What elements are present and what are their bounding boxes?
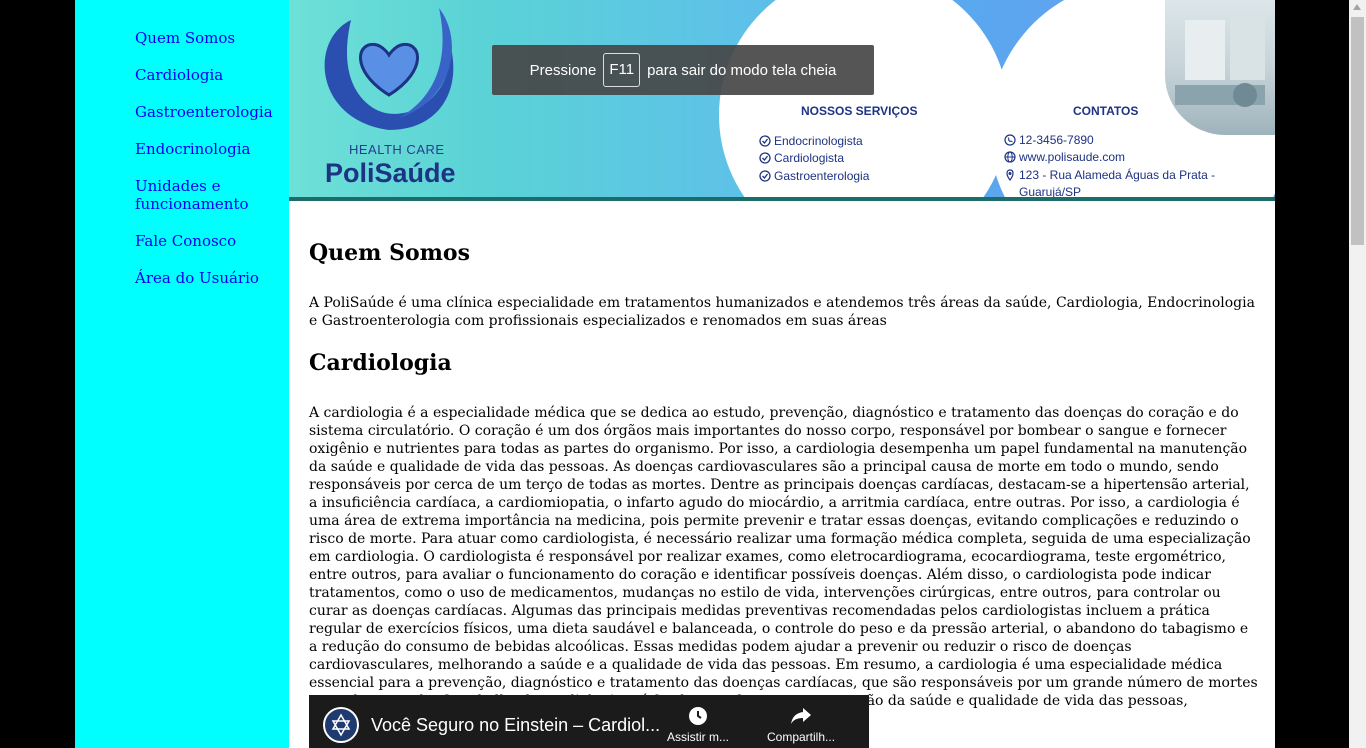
clinic-photo [1165, 0, 1275, 135]
location-pin-icon [1006, 169, 1014, 181]
service-item: Gastroenterologia [759, 167, 869, 185]
scroll-up-arrow-icon[interactable] [1353, 4, 1361, 10]
watch-later-label: Assistir m... [667, 730, 729, 744]
sidebar-link[interactable]: Fale Conosco [135, 232, 236, 250]
contact-item: Guarujá/SP [1004, 184, 1215, 197]
sidebar-item-fale-conosco[interactable]: Fale Conosco [135, 232, 289, 250]
notice-text-before: Pressione [529, 61, 597, 79]
section-quem-somos: Quem Somos A PoliSaúde é uma clínica esp… [309, 240, 1259, 330]
contact-item: 123 - Rua Alameda Águas da Prata - [1004, 166, 1215, 184]
clock-icon [689, 707, 707, 725]
key-f11: F11 [603, 53, 641, 87]
header-banner: HEALTH CARE PoliSaúde NOSSOS SERVIÇOS En… [289, 0, 1275, 197]
service-label: Endocrinologista [774, 133, 863, 148]
sidebar-item-gastroenterologia[interactable]: Gastroenterologia [135, 103, 289, 121]
share-arrow-icon [791, 708, 812, 724]
section-text: A cardiologia é a especialidade médica q… [309, 405, 1258, 727]
section-heading: Quem Somos [309, 240, 470, 266]
contact-item: www.polisaude.com [1004, 149, 1215, 167]
contact-address-city: Guarujá/SP [1019, 185, 1082, 197]
channel-avatar[interactable] [323, 707, 359, 743]
section-heading: Cardiologia [309, 350, 452, 376]
contact-item: 12-3456-7890 [1004, 131, 1215, 149]
sidebar-link[interactable]: Endocrinologia [135, 140, 250, 158]
share-label: Compartilh... [767, 730, 836, 744]
logo: HEALTH CARE PoliSaúde [289, 0, 499, 197]
page: Quem Somos Cardiologia Gastroenterologia… [75, 0, 1275, 748]
sidebar-link[interactable]: Cardiologia [135, 66, 223, 84]
sidebar-link[interactable]: Quem Somos [135, 29, 235, 47]
check-circle-icon [759, 170, 771, 182]
brand-subtitle: HEALTH CARE [349, 142, 445, 157]
contacts-list: 12-3456-7890 www.polisaude.com 123 - Rua… [1004, 131, 1215, 197]
brand-name: PoliSaúde [325, 158, 456, 188]
star-logo-icon [331, 713, 351, 737]
photo-illustration [1175, 10, 1265, 107]
sidebar-link[interactable]: Unidades e funcionamento [135, 177, 249, 213]
sidebar-nav: Quem Somos Cardiologia Gastroenterologia… [75, 0, 289, 748]
heart-hands-logo-icon [324, 8, 454, 130]
banner-border [289, 197, 1275, 201]
video-title[interactable]: Você Seguro no Einstein – Cardiol... [371, 715, 660, 736]
services-list: Endocrinologista Cardiologista Gastroent… [759, 132, 869, 185]
sidebar-item-area-usuario[interactable]: Área do Usuário [135, 269, 289, 287]
fullscreen-notice: Pressione F11 para sair do modo tela che… [492, 45, 874, 95]
main-content: Quem Somos A PoliSaúde é uma clínica esp… [309, 220, 1259, 746]
service-item: Endocrinologista [759, 132, 869, 150]
share-button[interactable]: Compartilh... [767, 705, 835, 744]
service-item: Cardiologista [759, 150, 869, 168]
sidebar-link[interactable]: Área do Usuário [135, 269, 259, 287]
contact-address: 123 - Rua Alameda Águas da Prata - [1019, 167, 1216, 182]
contacts-title: CONTATOS [1073, 104, 1139, 118]
contact-phone: 12-3456-7890 [1019, 132, 1094, 147]
phone-icon [1004, 134, 1016, 146]
service-label: Gastroenterologia [774, 168, 870, 183]
contact-website: www.polisaude.com [1019, 150, 1126, 165]
sidebar-item-endocrinologia[interactable]: Endocrinologia [135, 140, 289, 158]
sidebar-item-quem-somos[interactable]: Quem Somos [135, 29, 289, 47]
globe-icon [1004, 151, 1016, 163]
section-cardiologia: Cardiologia A cardiologia é a especialid… [309, 350, 1259, 728]
watch-later-button[interactable]: Assistir m... [667, 705, 729, 744]
service-label: Cardiologista [774, 151, 845, 166]
check-circle-icon [759, 135, 771, 147]
services-title: NOSSOS SERVIÇOS [801, 104, 918, 118]
scrollbar-thumb[interactable] [1351, 17, 1364, 245]
check-circle-icon [759, 152, 771, 164]
embedded-video[interactable]: Você Seguro no Einstein – Cardiol... Ass… [309, 695, 869, 748]
vertical-scrollbar[interactable] [1349, 0, 1366, 748]
sidebar-link[interactable]: Gastroenterologia [135, 103, 273, 121]
section-text: A PoliSaúde é uma clínica especialidade … [309, 295, 1255, 329]
sidebar-item-cardiologia[interactable]: Cardiologia [135, 66, 289, 84]
notice-text-after: para sair do modo tela cheia [647, 61, 837, 79]
sidebar-item-unidades[interactable]: Unidades e funcionamento [135, 177, 285, 213]
